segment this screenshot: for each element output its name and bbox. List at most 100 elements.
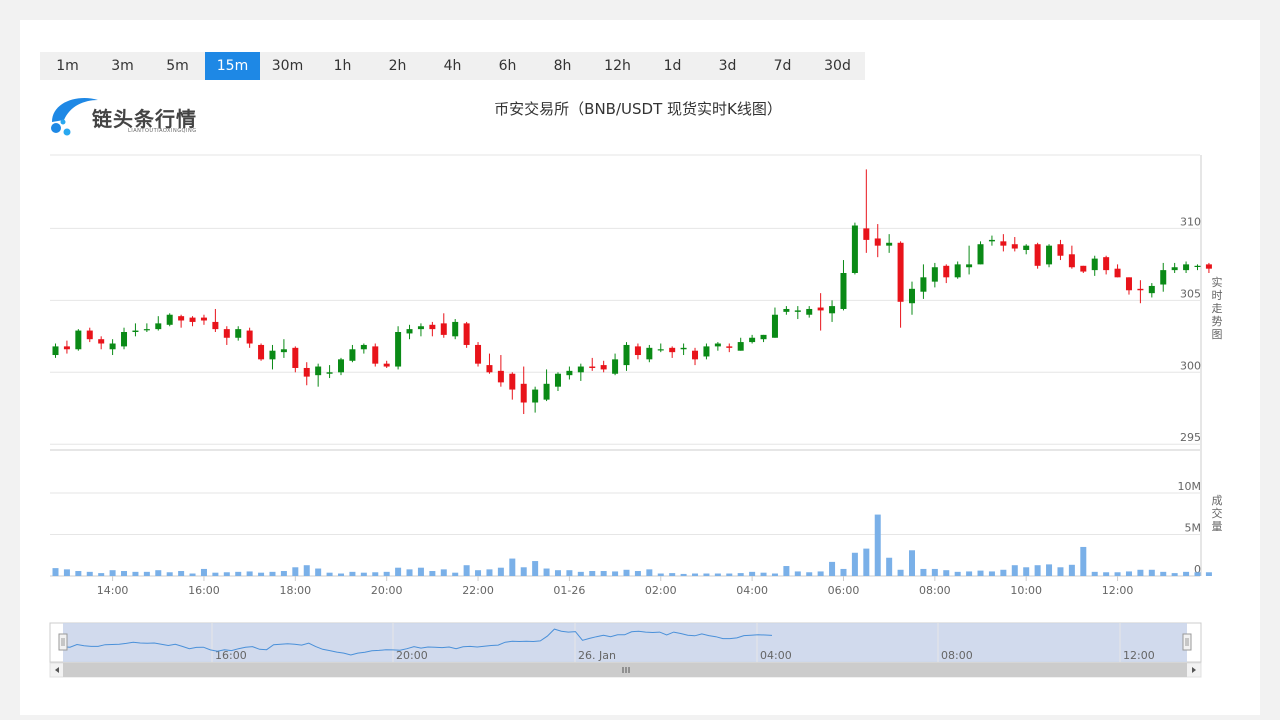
candle-body	[1160, 270, 1167, 285]
volume-bar	[75, 571, 82, 576]
candle-body	[189, 317, 196, 322]
volume-bar	[657, 573, 664, 576]
volume-bar	[600, 571, 607, 576]
candle-body	[303, 367, 310, 377]
candle-body	[269, 350, 276, 360]
volume-bar	[669, 573, 676, 576]
price-tick-label: 295	[1180, 431, 1201, 444]
volume-bar	[760, 572, 767, 576]
volume-bar	[589, 571, 596, 576]
candle-body	[1057, 244, 1064, 256]
candle-body	[988, 239, 995, 242]
x-tick-label: 02:00	[645, 584, 677, 597]
candle-body	[417, 326, 424, 330]
candle-body	[817, 307, 824, 311]
volume-bar	[98, 573, 105, 576]
price-tick-label: 310	[1180, 215, 1201, 228]
volume-bar	[395, 567, 402, 576]
volume-tick-label: 10M	[1178, 480, 1202, 493]
candle-body	[75, 330, 82, 350]
x-tick-label: 01-26	[553, 584, 585, 597]
navigator-tick-label: 08:00	[941, 649, 973, 662]
candle-body	[1023, 245, 1030, 250]
x-tick-label: 04:00	[736, 584, 768, 597]
candle-body	[657, 349, 664, 351]
candle-body	[1183, 264, 1190, 271]
volume-bar	[520, 567, 527, 576]
volume-bar	[692, 573, 699, 576]
volume-bar	[1137, 569, 1144, 576]
candle-body	[554, 373, 561, 387]
volume-bar	[897, 569, 904, 576]
volume-bar	[1023, 567, 1030, 576]
candle-body	[1080, 265, 1087, 272]
volume-bar	[486, 569, 493, 576]
navigator-right-handle[interactable]	[1182, 633, 1192, 651]
volume-bar	[749, 571, 756, 576]
candle-body	[1205, 264, 1212, 269]
candle-body	[315, 366, 322, 376]
volume-bar	[86, 571, 93, 576]
volume-bar	[954, 571, 961, 576]
volume-bar	[200, 568, 207, 576]
candle-body	[829, 306, 836, 314]
volume-bar	[771, 573, 778, 576]
volume-bar	[406, 569, 413, 576]
candle-body	[292, 347, 299, 368]
candle-body	[178, 316, 185, 321]
candle-body	[543, 383, 550, 400]
candle-body	[235, 329, 242, 338]
candle-body	[851, 225, 858, 273]
navigator-left-handle[interactable]	[58, 633, 68, 651]
volume-bar	[155, 570, 162, 576]
volume-bar	[212, 572, 219, 576]
volume-bar	[612, 571, 619, 576]
candle-body	[714, 343, 721, 347]
volume-bar	[909, 550, 915, 576]
volume-bar	[532, 561, 539, 576]
volume-bar	[292, 567, 299, 576]
volume-bar	[988, 571, 995, 576]
candle-body	[155, 323, 162, 330]
x-tick-label: 08:00	[919, 584, 951, 597]
candle-body	[646, 347, 653, 360]
volume-bar	[554, 570, 561, 576]
candle-body	[966, 264, 973, 268]
scrollbar-thumb[interactable]	[63, 663, 1187, 677]
price-tick-label: 300	[1180, 359, 1201, 372]
volume-bar	[1057, 567, 1064, 576]
candle-body	[669, 347, 676, 353]
volume-bar	[646, 569, 653, 576]
candle-body	[326, 372, 333, 374]
volume-bar	[920, 568, 927, 576]
volume-bar	[931, 568, 938, 576]
candle-body	[1194, 265, 1201, 268]
navigator-tick-label: 12:00	[1123, 649, 1155, 662]
volume-bar	[680, 573, 687, 576]
kline-chart[interactable]: 29530030531005M10M14:00 16:00 18:00 20:00 22…	[0, 0, 1280, 720]
volume-bar	[63, 569, 70, 576]
volume-bar	[817, 571, 824, 576]
x-tick-label: 20:00	[371, 584, 403, 597]
volume-bar	[315, 568, 322, 576]
x-tick-label: 14:00	[97, 584, 129, 597]
candle-body	[1171, 267, 1178, 271]
candle-body	[577, 366, 584, 373]
candle-body	[166, 314, 173, 325]
volume-bar	[360, 572, 367, 576]
volume-bar	[943, 570, 950, 576]
candle-body	[703, 346, 710, 357]
candle-body	[566, 370, 573, 376]
volume-bar	[623, 569, 630, 576]
volume-bar	[269, 571, 276, 576]
candle-body	[1091, 258, 1098, 271]
candle-body	[1068, 254, 1075, 268]
volume-axis-label: 成交量	[1211, 494, 1223, 533]
volume-bar	[121, 571, 128, 576]
volume-bar	[714, 573, 721, 576]
volume-bar	[966, 571, 973, 576]
x-tick-label: 12:00	[1102, 584, 1134, 597]
volume-bar	[1080, 546, 1087, 576]
volume-bar	[703, 573, 710, 576]
volume-bar	[235, 571, 242, 576]
